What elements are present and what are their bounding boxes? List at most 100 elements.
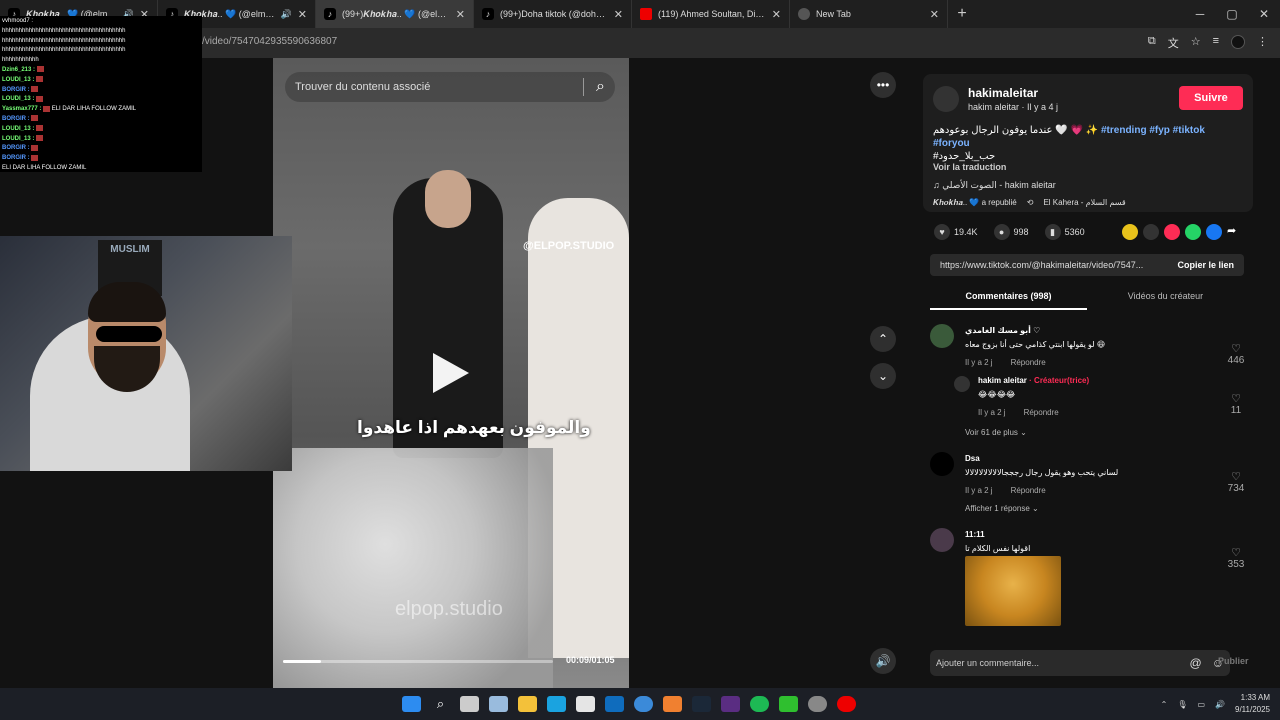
- url-field[interactable]: /video/7547042935590636807: [202, 36, 337, 47]
- app-a-icon[interactable]: [663, 696, 682, 712]
- windows-start-icon[interactable]: [402, 696, 421, 712]
- close-tab-icon[interactable]: ✕: [772, 8, 781, 21]
- share-arrow-icon[interactable]: ➦: [1227, 224, 1243, 240]
- related-search-box[interactable]: Trouver du contenu associé ⌕: [285, 72, 615, 102]
- close-tab-icon[interactable]: ✕: [456, 8, 465, 21]
- copy-link-button[interactable]: Copier le lien: [1177, 260, 1234, 270]
- republished-by[interactable]: 𝑲𝒉𝒐𝒌𝒉𝒂.. 💙 a republié: [933, 198, 1017, 208]
- mention-icon[interactable]: @: [1190, 656, 1202, 670]
- follow-button[interactable]: Suivre: [1179, 86, 1243, 110]
- video-progress-bar[interactable]: [283, 660, 553, 663]
- close-tab-icon[interactable]: ✕: [298, 8, 307, 21]
- send-icon[interactable]: [1164, 224, 1180, 240]
- comment-likes[interactable]: ♡ 446: [1224, 342, 1248, 366]
- menu-dots-icon[interactable]: ⋮: [1257, 35, 1268, 51]
- app-play-icon[interactable]: [779, 696, 798, 712]
- commenter-name[interactable]: Dsa: [965, 454, 980, 463]
- settings-icon[interactable]: [489, 696, 508, 712]
- mic-icon[interactable]: 🎙: [1177, 700, 1187, 709]
- close-window-icon[interactable]: ✕: [1248, 7, 1280, 21]
- commenter-avatar[interactable]: [930, 528, 954, 552]
- store-icon[interactable]: [576, 696, 595, 712]
- commenter-name[interactable]: 11:11: [965, 530, 985, 539]
- next-video-button[interactable]: ⌄: [870, 363, 896, 389]
- spotify-icon[interactable]: [750, 696, 769, 712]
- sound-link[interactable]: ♫ الصوت الأصلي - hakim aleitar: [933, 180, 1056, 191]
- comment-likes[interactable]: ♡ 11: [1224, 392, 1248, 416]
- search-icon[interactable]: ⌕: [596, 78, 605, 96]
- comment-input-placeholder[interactable]: Ajouter un commentaire...: [936, 658, 1039, 668]
- star-icon[interactable]: ☆: [1191, 35, 1201, 51]
- embed-icon[interactable]: [1143, 224, 1159, 240]
- play-icon[interactable]: [433, 353, 469, 393]
- comment-likes[interactable]: ♡ 353: [1224, 546, 1248, 570]
- chat-emote-icon: [36, 76, 44, 83]
- related-search-placeholder[interactable]: Trouver du contenu associé: [295, 81, 571, 93]
- speaker-icon[interactable]: 🔊: [281, 9, 292, 20]
- description-text: عندما يوفون الرجال بوعودهم 🤍 💗 ✨: [933, 125, 1099, 136]
- browser-tab-6[interactable]: New Tab ✕: [790, 0, 948, 28]
- chat-line: vvhmood7 :: [2, 17, 200, 27]
- more-options-button[interactable]: •••: [870, 72, 896, 98]
- translate-link[interactable]: Voir la traduction: [933, 162, 1006, 172]
- facebook-icon[interactable]: [1206, 224, 1222, 240]
- chat-line: LOUDI_13 :: [2, 95, 200, 105]
- volume-button[interactable]: 🔊: [870, 648, 896, 674]
- tab-creator-videos[interactable]: Vidéos du créateur: [1087, 286, 1244, 310]
- extensions-icon[interactable]: ≡: [1213, 35, 1219, 51]
- commenter-name[interactable]: أبو مسك الغامدي ♡: [965, 326, 1040, 335]
- comment-image[interactable]: [965, 556, 1061, 626]
- video-player[interactable]: Trouver du contenu associé ⌕ @ELPOP.STUD…: [273, 58, 629, 688]
- reply-button[interactable]: Répondre: [1024, 408, 1059, 417]
- comments-stat[interactable]: ● 998: [993, 224, 1029, 240]
- opera-icon[interactable]: [837, 696, 856, 712]
- show-replies[interactable]: Afficher 1 réponse ⌄: [965, 504, 1039, 513]
- comment-input[interactable]: Ajouter un commentaire... @ ☺: [930, 650, 1230, 676]
- chrome-icon[interactable]: [634, 696, 653, 712]
- obs-icon[interactable]: [808, 696, 827, 712]
- edge-icon[interactable]: [547, 696, 566, 712]
- translate-icon[interactable]: 文: [1168, 35, 1179, 51]
- video-link[interactable]: https://www.tiktok.com/@hakimaleitar/vid…: [940, 260, 1143, 270]
- browser-tab-5[interactable]: (119) Ahmed Soultan, Dizzy Dr ✕: [632, 0, 790, 28]
- browser-tab-3-active[interactable]: ♪ (99+)𝑲𝒉𝒐𝒌𝒉𝒂.. 💙 (@elm.99) ✕: [316, 0, 474, 28]
- search-icon[interactable]: ⌕: [431, 696, 450, 712]
- previous-video-button[interactable]: ⌃: [870, 326, 896, 352]
- system-clock[interactable]: 1:33 AM 9/11/2025: [1235, 692, 1270, 716]
- commenter-avatar[interactable]: [930, 452, 954, 476]
- republished-by-2[interactable]: El Kahera - قسم السلام: [1043, 198, 1125, 208]
- whatsapp-icon[interactable]: [1185, 224, 1201, 240]
- outlook-icon[interactable]: [605, 696, 624, 712]
- tab-comments[interactable]: Commentaires (998): [930, 286, 1087, 310]
- tray-chevron-icon[interactable]: ⌃: [1161, 700, 1168, 709]
- coin-icon[interactable]: [1122, 224, 1138, 240]
- author-username[interactable]: hakimaleitar: [968, 86, 1038, 100]
- saves-stat[interactable]: ▮ 5360: [1044, 224, 1085, 240]
- likes-stat[interactable]: ♥ 19.4K: [934, 224, 978, 240]
- file-explorer-icon[interactable]: [518, 696, 537, 712]
- view-more-replies[interactable]: Voir 61 de plus ⌄: [965, 428, 1027, 437]
- next-icon[interactable]: [721, 696, 740, 712]
- minimize-icon[interactable]: ─: [1184, 7, 1216, 21]
- reply-button[interactable]: Répondre: [1011, 486, 1046, 495]
- cast-icon[interactable]: ⧉: [1148, 35, 1156, 51]
- close-tab-icon[interactable]: ✕: [614, 8, 623, 21]
- commenter-name[interactable]: hakim aleitar · Créateur(trice): [978, 376, 1089, 385]
- author-avatar[interactable]: [933, 86, 959, 112]
- steam-icon[interactable]: [692, 696, 711, 712]
- volume-icon[interactable]: 🔊: [1215, 700, 1225, 709]
- profile-avatar[interactable]: [1231, 35, 1245, 49]
- reply-button[interactable]: Répondre: [1011, 358, 1046, 367]
- publish-button[interactable]: Publier: [1218, 656, 1249, 666]
- browser-tab-4[interactable]: ♪ (99+)Doha tiktok (@doha.tikto ✕: [474, 0, 632, 28]
- commenter-avatar[interactable]: [930, 324, 954, 348]
- comment-item: 11:11 اقولها نفس الكلام تا ♡ 353: [930, 526, 1248, 570]
- close-tab-icon[interactable]: ✕: [930, 8, 939, 21]
- task-view-icon[interactable]: [460, 696, 479, 712]
- network-icon[interactable]: ▭: [1197, 700, 1205, 709]
- chat-line: hhhhhhhhhhhhhhhhhhhhhhhhhhhhhhhhhhhhh: [2, 37, 200, 47]
- comment-likes[interactable]: ♡ 734: [1224, 470, 1248, 494]
- maximize-icon[interactable]: ▢: [1216, 7, 1248, 21]
- commenter-avatar[interactable]: [954, 376, 970, 392]
- new-tab-button[interactable]: +: [948, 5, 976, 23]
